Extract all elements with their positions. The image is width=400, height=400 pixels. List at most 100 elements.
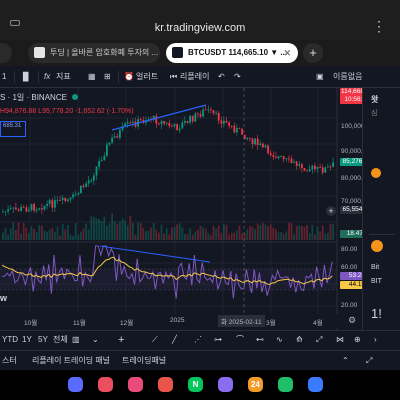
undo-icon[interactable]: ↶	[218, 66, 225, 88]
expand-panel-icon[interactable]: ⤢	[366, 351, 372, 371]
address-field[interactable]: kr.tradingview.com	[0, 22, 400, 34]
candle-body	[103, 155, 106, 161]
candle-type-icon[interactable]: ▐▌	[20, 66, 31, 88]
app-9-icon[interactable]	[308, 377, 323, 392]
candle-body	[41, 208, 43, 210]
volume-bar	[139, 223, 142, 240]
measure-tool-icon[interactable]: ⟰	[296, 331, 303, 349]
close-tab-icon[interactable]: ✕	[283, 43, 291, 63]
pattern-tool-icon[interactable]: ⋰	[194, 331, 202, 349]
candle-body	[74, 194, 77, 196]
indicators-button[interactable]: 지표	[56, 66, 71, 88]
candle-body	[59, 199, 61, 201]
candle-body	[220, 120, 223, 124]
projection-tool-icon[interactable]: ⊶	[214, 331, 222, 349]
volume-bar	[132, 222, 134, 240]
app-3-icon[interactable]	[128, 377, 143, 392]
fib-tool-icon[interactable]: ╱	[172, 331, 177, 349]
date-range-icon[interactable]: ▥	[72, 331, 80, 349]
brush-tool-icon[interactable]: ⌒	[236, 331, 244, 349]
range-1y[interactable]: 1Y	[22, 331, 32, 349]
candle-body	[264, 145, 267, 148]
panel-tab-screener[interactable]: 스터	[2, 351, 17, 371]
candle-body	[82, 185, 85, 187]
volume-bar	[225, 224, 228, 240]
more-tools-icon[interactable]: ›	[374, 331, 377, 349]
path-tool-icon[interactable]: ∿	[276, 331, 283, 349]
more-vertical-icon[interactable]: ⋮	[372, 18, 386, 35]
volume-bar	[301, 225, 303, 240]
candle-body	[77, 192, 80, 195]
candle-body	[189, 115, 191, 123]
layout-name[interactable]: 이름없음	[333, 66, 362, 88]
settings-gear-icon[interactable]: ⚙	[348, 315, 356, 326]
candle-body	[72, 194, 74, 198]
tab-2-active[interactable]: BTCUSDT 114,665.10 ▼ ... ✕	[166, 43, 298, 63]
app-8-icon[interactable]	[278, 377, 293, 392]
indicator-chip[interactable]: 685.31	[0, 121, 26, 137]
range-ytd[interactable]: YTD	[2, 331, 18, 349]
price-chart[interactable]	[0, 88, 362, 330]
candle-body	[106, 144, 108, 156]
volume-bar	[223, 223, 225, 240]
volume-bar	[98, 218, 100, 240]
candle-body	[306, 170, 308, 172]
panel-tab-replay[interactable]: 리플레이 트레이딩 패널	[32, 351, 110, 371]
app-5-icon[interactable]: N	[188, 377, 203, 392]
volume-bar	[124, 220, 126, 240]
text-tool-icon[interactable]: ⊷	[256, 331, 264, 349]
templates-icon[interactable]: ▦	[88, 66, 96, 88]
interval-button[interactable]: 1	[2, 66, 6, 88]
volume-bar	[202, 227, 204, 240]
app-4-icon[interactable]	[158, 377, 173, 392]
volume-bar	[324, 233, 327, 240]
chart-toolbar: 1 ▐▌ fx 지표 ▦ ⊞ ⏰ 얼러트 ⏮ 리플레이 ↶ ↷ ▣ 이름없음	[0, 66, 400, 88]
app-7-icon[interactable]: 24	[248, 377, 263, 392]
volume-bar	[116, 223, 119, 240]
tab-0[interactable]	[0, 43, 12, 63]
candle-body	[4, 211, 7, 213]
candle-body	[254, 138, 256, 145]
add-alert-plus-icon[interactable]: +	[326, 206, 336, 216]
app-1-icon[interactable]	[68, 377, 83, 392]
chart-pane[interactable]: S · 1일 · BINANCE H94,876.88 L95,778.20 -…	[0, 88, 374, 330]
range-5y[interactable]: 5Y	[38, 331, 48, 349]
collapse-panel-icon[interactable]: ⌃	[342, 351, 349, 371]
new-tab-button[interactable]: +	[303, 43, 323, 63]
lock-tool-icon[interactable]: ⊕	[354, 331, 361, 349]
candle-body	[249, 137, 251, 139]
zoom-tool-icon[interactable]: ⤢	[316, 331, 322, 349]
app-2-icon[interactable]	[98, 377, 113, 392]
bottom-panel-tabs: 스터 리플레이 트레이딩 패널 트레이딩패널 ⌃ ⤢	[0, 350, 400, 370]
replay-icon[interactable]: ⏮	[170, 66, 177, 88]
candle-body	[298, 164, 301, 166]
replay-button[interactable]: 리플레이	[180, 66, 209, 88]
symbol-info[interactable]: S · 1일 · BINANCE	[0, 92, 79, 103]
watchlist-panel[interactable]: 왓 심 Bit BIT 1!	[362, 88, 400, 330]
candle-body	[327, 166, 329, 168]
alert-button[interactable]: 얼러트	[136, 66, 158, 88]
rsi-divergence-trendline[interactable]	[99, 245, 211, 263]
cursor-tool-icon[interactable]: +	[118, 331, 124, 349]
alert-icon[interactable]: ⏰	[124, 66, 134, 88]
range-all[interactable]: 전체	[53, 331, 68, 349]
candle-body	[80, 185, 82, 193]
layout-selector-icon[interactable]: ▣	[316, 66, 324, 88]
volume-bar	[87, 229, 90, 240]
volume-bar	[72, 235, 74, 240]
trendline-tool-icon[interactable]: ⟋	[152, 331, 158, 349]
candle-body	[259, 143, 262, 145]
volume-bar	[93, 217, 95, 240]
panel-tab-trading[interactable]: 트레이딩패널	[122, 351, 166, 371]
time-axis[interactable]: 10월 11월 12월 2025 화 2025-02-11 3월 4월 ⚙	[0, 314, 362, 328]
magnet-tool-icon[interactable]: ⋈	[336, 331, 344, 349]
indicator-axis-label: 80.00	[341, 246, 358, 253]
volume-bar	[327, 232, 329, 240]
tab-1[interactable]: 투딩 | 올바른 암호화폐 투자의 ...	[28, 43, 160, 63]
indicators-fx-icon[interactable]: fx	[44, 66, 50, 88]
app-6-icon[interactable]	[218, 377, 233, 392]
candle-body	[241, 128, 243, 135]
redo-icon[interactable]: ↷	[234, 66, 241, 88]
collapse-icon[interactable]: ⌄	[92, 331, 99, 349]
layout-icon[interactable]: ⊞	[104, 66, 111, 88]
